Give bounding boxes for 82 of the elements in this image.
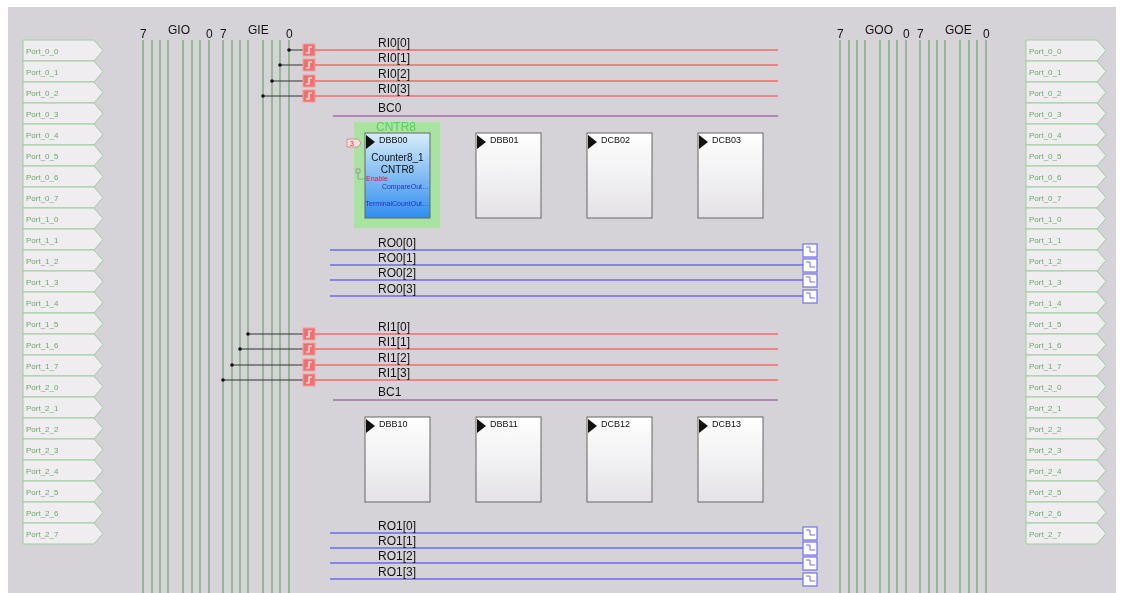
connector-wire	[270, 79, 304, 83]
buffer-icon	[802, 556, 818, 571]
wire-label: RO1[1]	[378, 534, 416, 548]
buffer-icon	[302, 358, 316, 372]
block-name: DCB02	[601, 135, 630, 145]
buffer-icon	[802, 243, 818, 258]
clock-triangle-icon	[588, 419, 597, 433]
clock-triangle-icon	[699, 135, 708, 149]
wire-label: RO0[1]	[378, 251, 416, 265]
block-name: DBB01	[490, 135, 519, 145]
digital-block[interactable]	[586, 416, 653, 503]
wire-label: RO1[0]	[378, 519, 416, 533]
block-name: DBB10	[379, 419, 408, 429]
bus-bit-label: 7	[220, 27, 227, 41]
buffer-icon	[302, 327, 316, 341]
clock-triangle-icon	[588, 135, 597, 149]
bus-bit-label: 0	[903, 27, 910, 41]
wire-label: RI1[2]	[378, 351, 410, 365]
connector-wire	[238, 347, 304, 351]
clock-triangle-icon	[366, 419, 375, 433]
wire-label: RO0[2]	[378, 266, 416, 280]
bus-name: GOE	[945, 23, 972, 37]
digital-block[interactable]	[475, 132, 542, 219]
buffer-icon	[302, 373, 316, 387]
module-type: CNTR8	[380, 164, 415, 175]
digital-block[interactable]	[475, 416, 542, 503]
buffer-icon	[802, 572, 818, 587]
wire-label: RO0[0]	[378, 236, 416, 250]
bus-bit-label: 7	[917, 27, 924, 41]
buffer-icon	[802, 273, 818, 288]
wire-label: RI1[0]	[378, 320, 410, 334]
clock-triangle-icon	[366, 135, 375, 149]
buffer-icon	[802, 289, 818, 304]
wire-label: RI1[1]	[378, 335, 410, 349]
port-label[interactable]: Port_2_7	[22, 522, 104, 545]
buffer-icon	[302, 89, 316, 103]
wire-label: RO1[2]	[378, 549, 416, 563]
bus-name: GIE	[248, 23, 269, 37]
clock-triangle-icon	[477, 419, 486, 433]
block-name: DBB00	[379, 135, 408, 145]
module-instance: Counter8_1	[371, 152, 424, 163]
bus-bit-label: 7	[837, 27, 844, 41]
bus-bit-label: 0	[983, 27, 990, 41]
buffer-icon	[302, 342, 316, 356]
bus-bit-label: 0	[286, 27, 293, 41]
port-label[interactable]: Port_2_7	[1025, 522, 1107, 545]
clock-triangle-icon	[477, 135, 486, 149]
block-name: DBB11	[490, 419, 518, 429]
digital-block[interactable]	[697, 132, 764, 219]
bus-name: GOO	[865, 23, 893, 37]
buffer-icon	[802, 526, 818, 541]
connector-wire	[287, 48, 304, 52]
wire-label: RO1[3]	[378, 565, 416, 579]
wire-label: RI0[3]	[378, 82, 410, 96]
module-tag: CNTR8	[376, 120, 416, 134]
wire-label: RI1[3]	[378, 366, 410, 380]
bus-name: GIO	[168, 23, 190, 37]
digital-block[interactable]	[364, 416, 431, 503]
wire-label: BC1	[378, 385, 402, 399]
block-name: DCB12	[601, 419, 630, 429]
buffer-icon	[802, 258, 818, 273]
buffer-icon	[302, 58, 316, 72]
connector-wire	[278, 63, 304, 67]
block-name: DCB03	[712, 135, 741, 145]
buffer-icon	[802, 541, 818, 556]
wire-label: RI0[0]	[378, 36, 410, 50]
digital-block[interactable]	[364, 132, 431, 219]
enable-pin-icon	[355, 168, 367, 180]
digital-block[interactable]	[586, 132, 653, 219]
wire-label: RI0[1]	[378, 51, 410, 65]
buffer-icon	[302, 74, 316, 88]
wire-label: BC0	[378, 101, 402, 115]
bus-bit-label: 7	[140, 27, 147, 41]
clock-triangle-icon	[699, 419, 708, 433]
block-name: DCB13	[712, 419, 741, 429]
connector-wire	[261, 94, 304, 98]
bus-bit-label: 0	[206, 27, 213, 41]
buffer-icon	[302, 43, 316, 57]
wire-label: RO0[3]	[378, 282, 416, 296]
connector-wire	[246, 332, 304, 336]
digital-block[interactable]	[697, 416, 764, 503]
wire-label: RI0[2]	[378, 67, 410, 81]
